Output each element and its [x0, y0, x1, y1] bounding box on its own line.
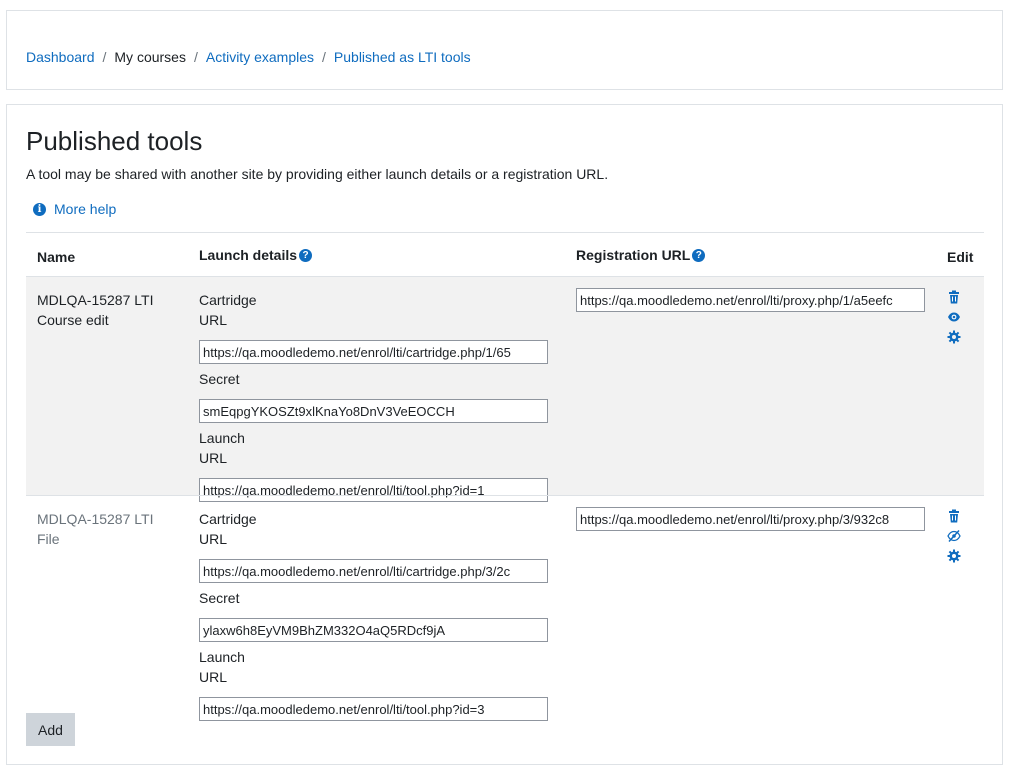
add-button[interactable]: Add	[26, 713, 75, 746]
secret-label: Secret	[199, 590, 240, 606]
header-launch: Launch details ?	[199, 247, 313, 263]
url-label: URL	[199, 669, 228, 685]
help-icon[interactable]: ?	[692, 248, 706, 262]
eye-icon[interactable]	[947, 310, 961, 324]
trash-icon[interactable]	[947, 509, 961, 523]
registration-url-cell	[576, 507, 925, 531]
more-help-link[interactable]: More help	[54, 201, 116, 217]
launch-label: Launch	[199, 649, 245, 665]
cartridge-label: Cartridge	[199, 511, 257, 527]
header-edit: Edit	[947, 249, 973, 265]
breadcrumb-published-lti-tools[interactable]: Published as LTI tools	[334, 49, 471, 65]
table-row: MDLQA-15287 LTI Course edit Cartridge UR…	[26, 276, 984, 502]
launch-label: Launch	[199, 430, 245, 446]
registration-url-field[interactable]	[576, 507, 925, 531]
breadcrumb: Dashboard / My courses / Activity exampl…	[26, 49, 471, 65]
header-registration: Registration URL ?	[576, 247, 706, 263]
table-row: MDLQA-15287 LTI File Cartridge URL Secre…	[26, 495, 984, 721]
launch-url-field[interactable]	[199, 697, 548, 721]
gear-icon[interactable]	[947, 330, 961, 344]
header-name-label: Name	[37, 249, 76, 265]
gear-icon[interactable]	[947, 549, 961, 563]
breadcrumb-separator: /	[102, 49, 107, 65]
help-icon[interactable]: ?	[299, 248, 313, 262]
registration-url-field[interactable]	[576, 288, 925, 312]
secret-field[interactable]	[199, 618, 548, 642]
launch-details: Cartridge URL Secret Launch URL	[199, 509, 549, 726]
page-title: Published tools	[26, 126, 203, 156]
launch-details: Cartridge URL Secret Launch URL	[199, 290, 549, 507]
trash-icon[interactable]	[947, 290, 961, 304]
registration-url-cell	[576, 288, 925, 312]
breadcrumb-activity-examples[interactable]: Activity examples	[206, 49, 314, 65]
page-intro: A tool may be shared with another site b…	[26, 166, 609, 182]
breadcrumb-separator: /	[193, 49, 198, 65]
table-header: Name Launch details ? Registration URL ?…	[26, 232, 984, 276]
breadcrumb-dashboard[interactable]: Dashboard	[26, 49, 95, 65]
header-registration-label: Registration URL	[576, 247, 691, 263]
header-name: Name	[37, 249, 75, 265]
cartridge-url-field[interactable]	[199, 340, 548, 364]
tool-name: MDLQA-15287 LTI Course edit	[37, 292, 154, 328]
url-label: URL	[199, 450, 228, 466]
tool-name: MDLQA-15287 LTI File	[37, 511, 154, 547]
eye-slash-icon[interactable]	[947, 529, 961, 543]
secret-label: Secret	[199, 371, 240, 387]
published-tools-table: Name Launch details ? Registration URL ?…	[26, 232, 984, 721]
cartridge-url-field[interactable]	[199, 559, 548, 583]
edit-actions	[947, 509, 961, 569]
url-label: URL	[199, 531, 228, 547]
header-edit-label: Edit	[947, 249, 974, 265]
breadcrumb-my-courses: My courses	[114, 49, 186, 65]
breadcrumb-container: Dashboard / My courses / Activity exampl…	[6, 10, 1003, 90]
edit-actions	[947, 290, 961, 350]
cartridge-label: Cartridge	[199, 292, 257, 308]
header-launch-label: Launch details	[199, 247, 298, 263]
url-label: URL	[199, 312, 228, 328]
more-help: i More help	[33, 201, 116, 217]
secret-field[interactable]	[199, 399, 548, 423]
breadcrumb-separator: /	[322, 49, 326, 65]
main-region: Published tools A tool may be shared wit…	[6, 104, 1003, 765]
info-icon: i	[33, 202, 46, 216]
